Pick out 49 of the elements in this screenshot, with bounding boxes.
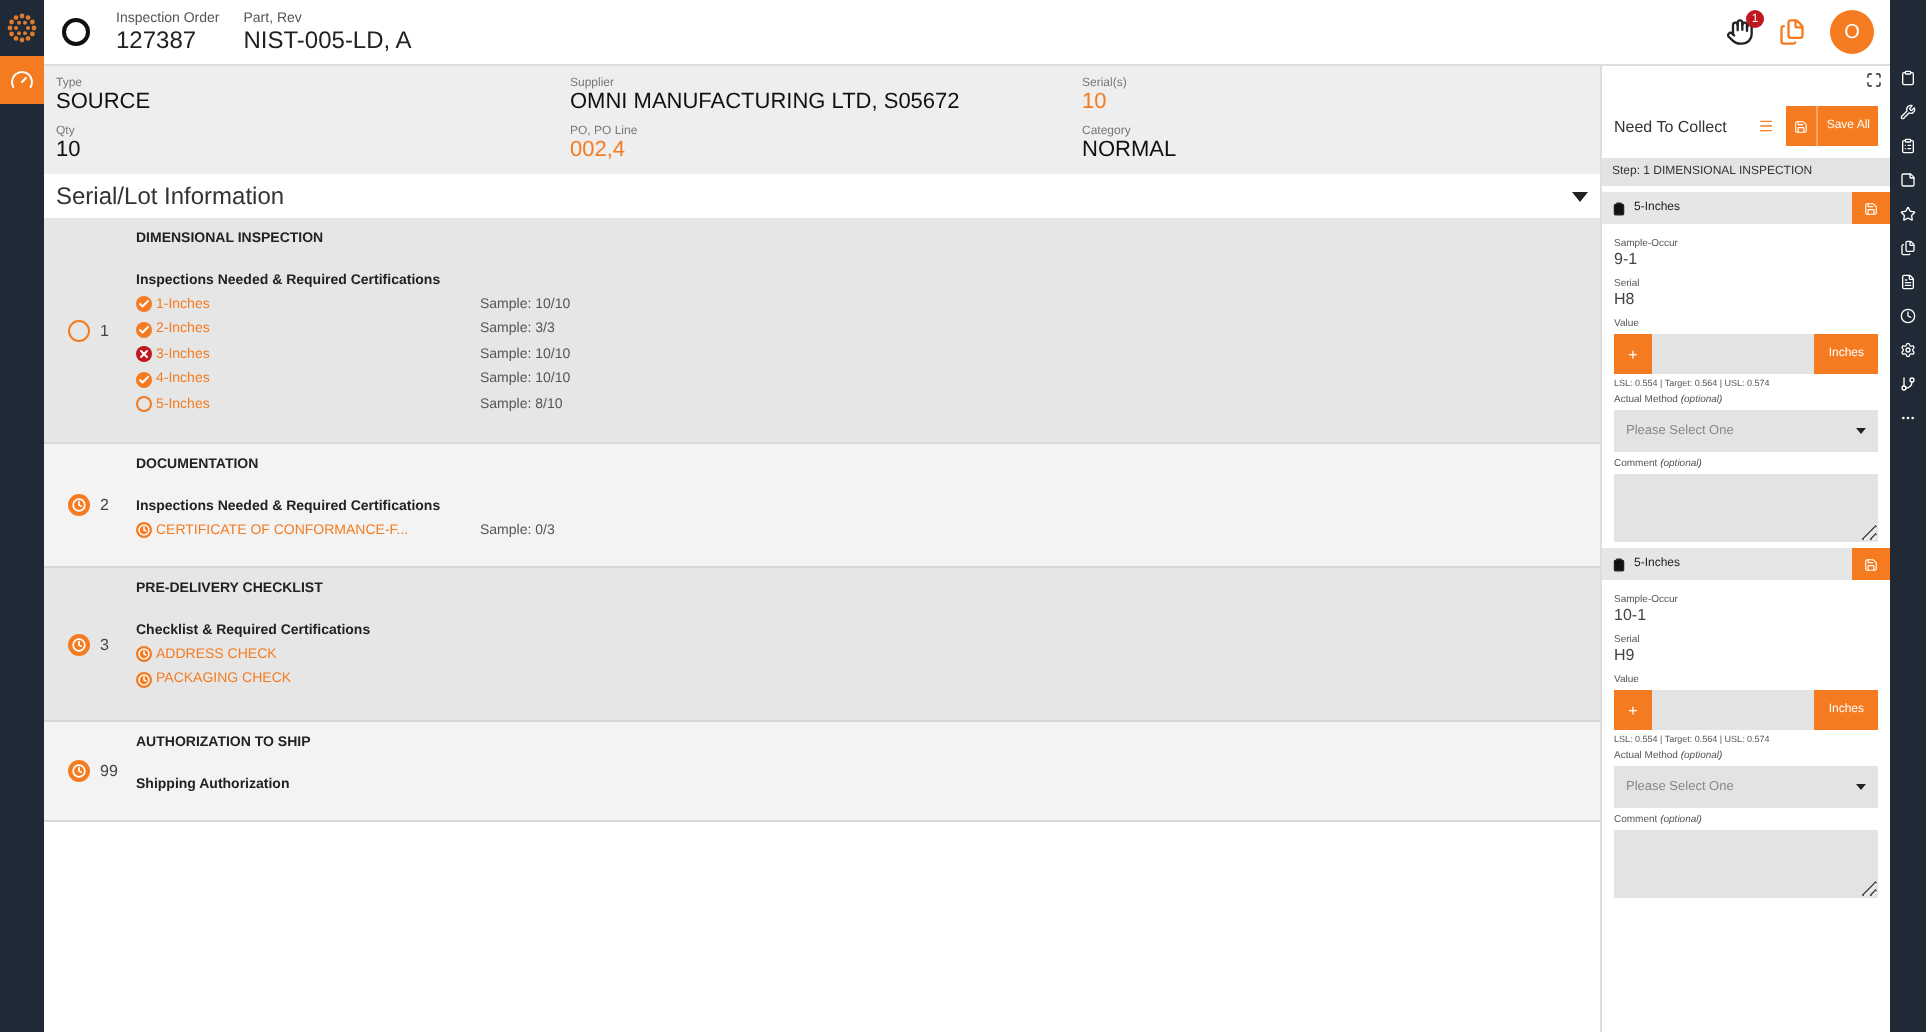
progress-ring-icon xyxy=(60,16,92,48)
logo-icon xyxy=(6,12,38,44)
nav-icon[interactable] xyxy=(1900,274,1916,290)
nav-icon[interactable] xyxy=(1900,240,1916,256)
order-number: 127387 xyxy=(116,25,199,53)
panel-title: Need To Collect xyxy=(1614,117,1729,135)
step-number: 3 xyxy=(100,635,109,653)
add-button[interactable]: + xyxy=(1614,690,1652,730)
field-value: H8 xyxy=(1614,290,1637,308)
add-button[interactable]: + xyxy=(1614,334,1652,374)
nav-icon[interactable] xyxy=(1900,172,1916,188)
field-value: 9-1 xyxy=(1614,250,1640,268)
nav-icon[interactable] xyxy=(1900,376,1916,392)
field-value: H9 xyxy=(1614,646,1637,664)
files-icon[interactable] xyxy=(1778,18,1806,46)
nav-icon[interactable] xyxy=(1900,138,1916,154)
expand-icon[interactable] xyxy=(1866,72,1882,88)
field-value: 10 xyxy=(1082,90,1109,114)
comment-field[interactable] xyxy=(1614,830,1878,898)
nav-icon[interactable] xyxy=(1900,342,1916,358)
caret-icon xyxy=(1856,784,1866,790)
list-icon[interactable] xyxy=(1758,118,1775,134)
save-icon xyxy=(1864,557,1878,571)
hand-icon[interactable] xyxy=(1726,18,1754,46)
clipboard-icon xyxy=(1612,557,1626,571)
comment-field[interactable] xyxy=(1614,474,1878,542)
nav-icon[interactable] xyxy=(1900,308,1916,324)
caret-icon xyxy=(1856,428,1866,434)
field-value: SOURCE xyxy=(56,90,153,114)
field-value: 002,4 xyxy=(570,138,628,162)
part-number: NIST-005-LD, A xyxy=(243,25,412,53)
clipboard-icon xyxy=(1612,201,1626,215)
step-number: 1 xyxy=(100,321,109,339)
nav-icon[interactable] xyxy=(1900,104,1916,120)
caret-icon[interactable] xyxy=(1572,191,1588,201)
section-title: Serial/Lot Information xyxy=(56,182,285,210)
nav-icon[interactable] xyxy=(1900,70,1916,86)
field-value: 10-1 xyxy=(1614,606,1649,624)
dashboard-nav-button[interactable] xyxy=(0,56,44,104)
field-value: NORMAL xyxy=(1082,138,1179,162)
nav-icon[interactable] xyxy=(1900,206,1916,222)
user-avatar[interactable]: O xyxy=(1830,10,1874,54)
step-number: 2 xyxy=(100,496,109,514)
step-number: 99 xyxy=(100,762,118,780)
gauge-icon xyxy=(10,68,34,92)
save-icon xyxy=(1794,119,1809,133)
field-value: OMNI MANUFACTURING LTD, S05672 xyxy=(570,90,962,114)
field-value: 10 xyxy=(56,138,83,162)
save-icon xyxy=(1864,201,1878,215)
